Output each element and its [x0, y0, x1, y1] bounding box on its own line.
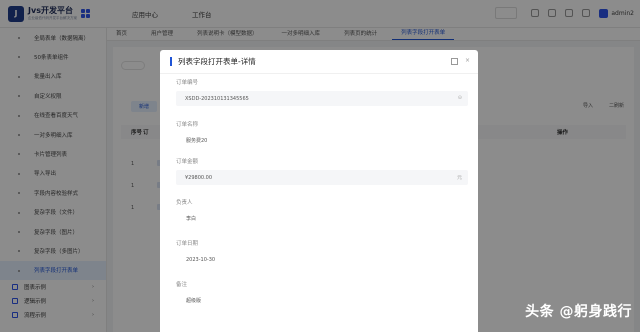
close-icon[interactable]: × — [465, 57, 470, 64]
field-label: 备注 — [176, 282, 188, 288]
field-owner: 负责人 李白 — [176, 198, 468, 226]
remark-field[interactable]: 超级版 — [176, 293, 468, 308]
field-label: 订单编号 — [176, 80, 199, 86]
order-amount-field[interactable]: ¥29800.00 元 — [176, 170, 468, 185]
field-order-no: 订单编号 XSDD-202310131345565 ⊝ — [176, 78, 468, 106]
field-label: 订单金额 — [176, 159, 199, 165]
field-order-name: 订单名称 服务费20 — [176, 120, 468, 148]
modal-header: 列表字段打开表单-详情 × — [160, 50, 478, 74]
order-date-field[interactable]: 2023-10-30 — [176, 252, 468, 267]
maximize-icon[interactable] — [451, 58, 458, 65]
field-order-date: 订单日期 2023-10-30 — [176, 239, 468, 267]
order-name-field[interactable]: 服务费20 — [176, 133, 468, 148]
title-accent-bar — [170, 57, 172, 66]
field-remark: 备注 超级版 — [176, 280, 468, 308]
field-label: 订单日期 — [176, 241, 199, 247]
watermark: 头条 @躬身践行 — [525, 304, 632, 320]
modal-title: 列表字段打开表单-详情 — [178, 57, 256, 66]
detail-modal: 列表字段打开表单-详情 × 订单编号 XSDD-202310131345565 … — [160, 50, 478, 332]
owner-field[interactable]: 李白 — [176, 211, 468, 226]
order-no-field[interactable]: XSDD-202310131345565 ⊝ — [176, 91, 468, 106]
currency-unit: 元 — [456, 175, 462, 181]
field-label: 订单名称 — [176, 122, 199, 128]
field-label: 负责人 — [176, 200, 193, 206]
copy-icon: ⊝ — [457, 95, 462, 101]
field-order-amount: 订单金额 ¥29800.00 元 — [176, 157, 468, 185]
